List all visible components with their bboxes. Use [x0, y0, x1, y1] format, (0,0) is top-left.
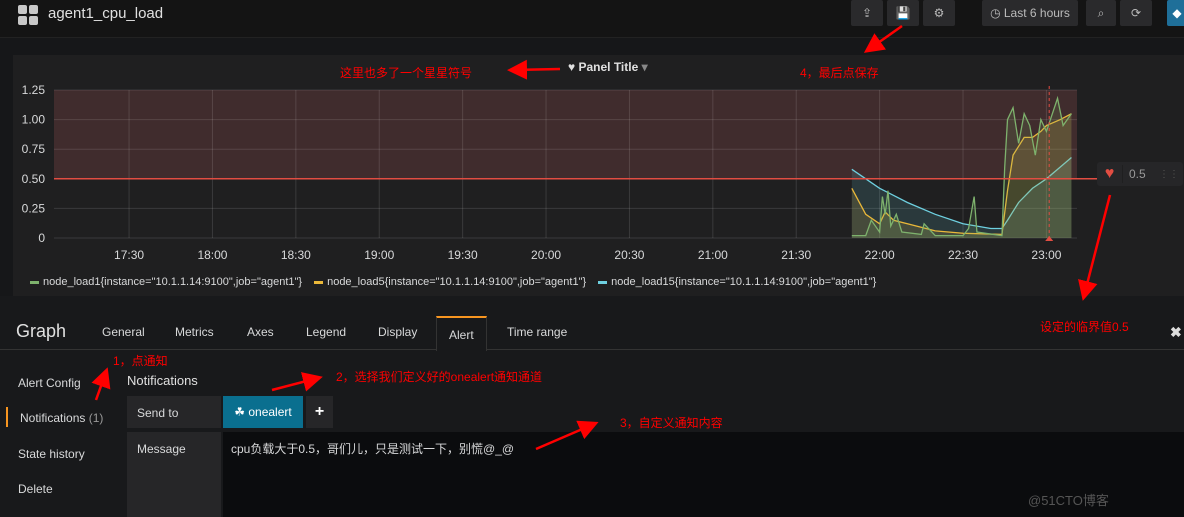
drag-handle-icon[interactable]: ⋮⋮	[1159, 169, 1183, 180]
threshold-value[interactable]: 0.5	[1123, 167, 1159, 181]
threshold-handle[interactable]: ♥ 0.5 ⋮⋮	[1097, 162, 1183, 186]
x-tick-label: 19:30	[448, 248, 478, 262]
heart-broken-icon: ♥	[1097, 165, 1123, 183]
x-tick-label: 18:30	[281, 248, 311, 262]
tab-alert[interactable]: Alert	[436, 316, 487, 351]
y-tick-label: 0.25	[22, 201, 46, 215]
send-to-label: Send to	[127, 396, 221, 428]
side-notifications[interactable]: Notifications (1)	[20, 411, 103, 425]
x-tick-label: 23:00	[1031, 248, 1061, 262]
close-icon[interactable]: ✖	[1170, 324, 1182, 341]
section-heading: Notifications	[127, 373, 198, 388]
annotation-threshold: 设定的临界值0.5	[1040, 320, 1129, 334]
y-tick-label: 0.50	[22, 172, 46, 186]
x-tick-label: 20:30	[614, 248, 644, 262]
threshold-region	[54, 90, 1077, 179]
y-tick-label: 0	[38, 231, 45, 245]
annotation-star: 这里也多了一个星星符号	[340, 66, 473, 80]
channel-tag-onealert[interactable]: ☘ onealert	[223, 396, 303, 428]
graph-chart: 0 0.25 0.50 0.75 1.00 1.25 17:30 18:00 18:30 19:0…	[22, 83, 1097, 262]
x-tick-label: 21:00	[698, 248, 728, 262]
legend-item-load5[interactable]: node_load5{instance="10.1.1.14:9100",job…	[314, 276, 586, 288]
annotation-step1: 1，点通知	[113, 354, 168, 368]
legend-item-load1[interactable]: node_load1{instance="10.1.1.14:9100",job…	[30, 276, 302, 288]
message-label: Message	[127, 432, 221, 517]
tab-metrics[interactable]: Metrics	[175, 325, 214, 339]
annotation-save: 4，最后点保存	[800, 66, 879, 80]
side-delete[interactable]: Delete	[18, 482, 53, 496]
x-tick-label: 20:00	[531, 248, 561, 262]
y-tick-label: 1.00	[22, 113, 46, 127]
legend-item-load15[interactable]: node_load15{instance="10.1.1.14:9100",jo…	[598, 276, 876, 288]
tab-display[interactable]: Display	[378, 325, 417, 339]
x-tick-label: 21:30	[781, 248, 811, 262]
side-state-history[interactable]: State history	[18, 447, 85, 461]
tab-axes[interactable]: Axes	[247, 325, 274, 339]
side-alert-config[interactable]: Alert Config	[18, 376, 81, 390]
annotation-step2: 2，选择我们定义好的onealert通知通道	[336, 370, 543, 384]
x-tick-label: 22:30	[948, 248, 978, 262]
annotation-step3: 3，自定义通知内容	[620, 416, 723, 430]
add-channel-button[interactable]: +	[306, 396, 333, 428]
y-tick-label: 1.25	[22, 83, 46, 97]
x-tick-label: 19:00	[364, 248, 394, 262]
y-tick-label: 0.75	[22, 142, 46, 156]
legend: node_load1{instance="10.1.1.14:9100",job…	[30, 276, 876, 288]
channel-icon: ☘	[234, 405, 249, 419]
tab-general[interactable]: General	[102, 325, 145, 339]
tab-legend[interactable]: Legend	[306, 325, 346, 339]
x-tick-label: 22:00	[865, 248, 895, 262]
active-indicator	[6, 407, 8, 427]
tab-time-range[interactable]: Time range	[507, 325, 567, 339]
x-tick-label: 18:00	[197, 248, 227, 262]
watermark: @51CTO博客	[1028, 493, 1109, 508]
editor-title: Graph	[16, 321, 67, 341]
x-tick-label: 17:30	[114, 248, 144, 262]
